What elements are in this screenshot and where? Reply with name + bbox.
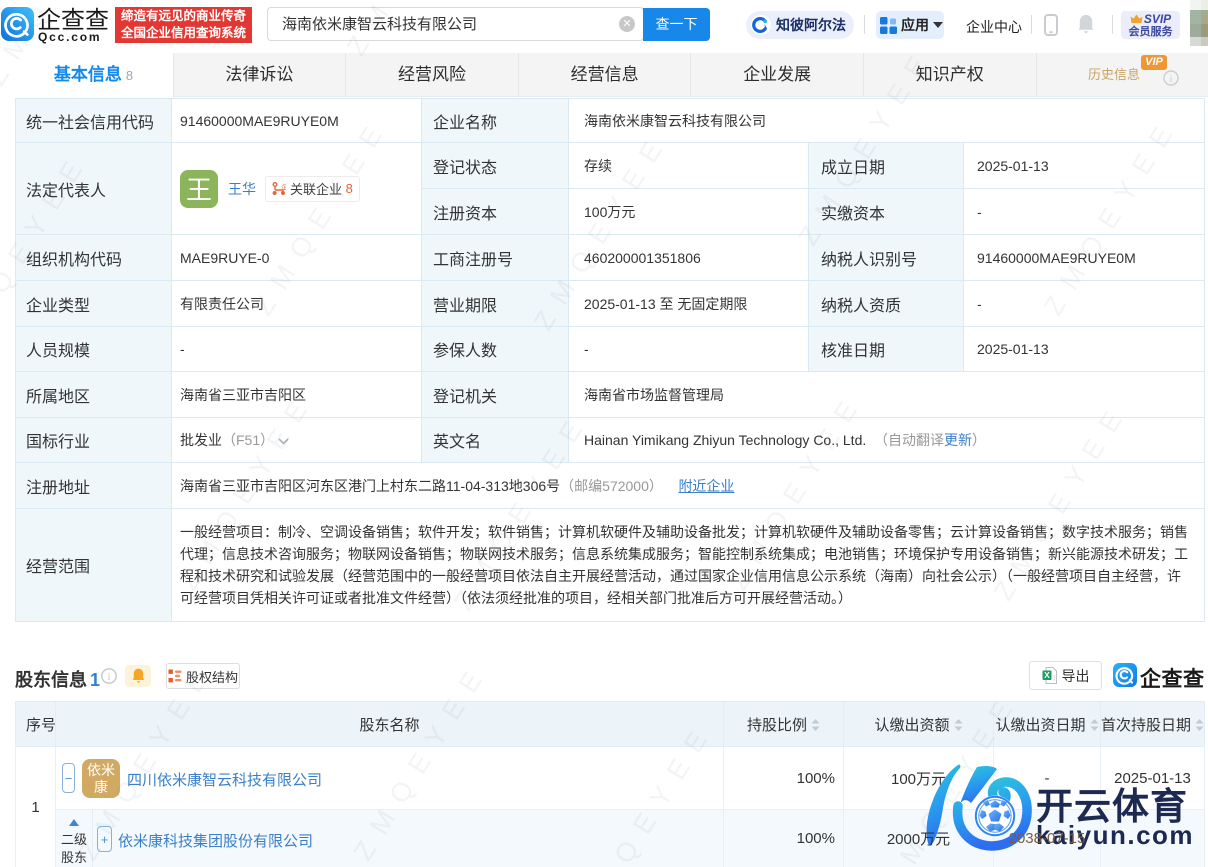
svg-text:企: 企 <box>281 182 286 191</box>
svg-text:i: i <box>1170 74 1173 85</box>
svg-text:i: i <box>108 672 111 683</box>
svg-text:X: X <box>1044 670 1050 680</box>
